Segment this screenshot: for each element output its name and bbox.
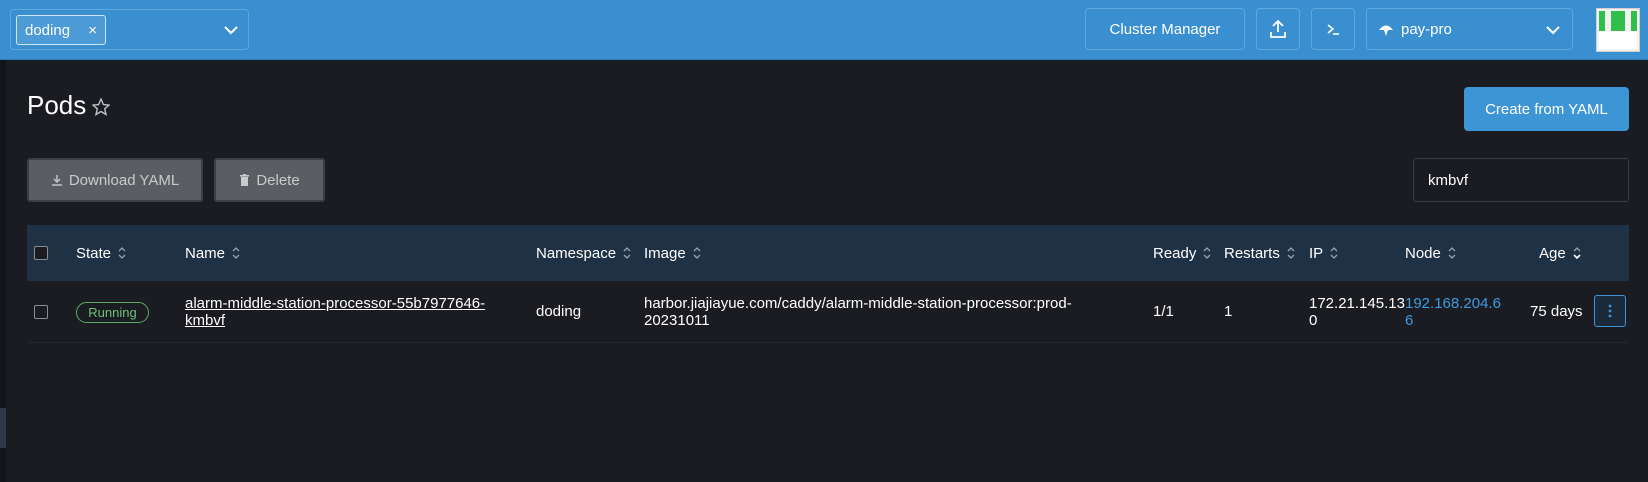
select-all-checkbox[interactable] (34, 246, 48, 260)
status-badge: Running (76, 302, 149, 323)
sort-desc-icon (1573, 247, 1581, 260)
column-header-name[interactable]: Name (185, 225, 241, 281)
node-line: 6 (1405, 312, 1414, 329)
trash-icon (240, 174, 250, 186)
node-line: 192.168.204.6 (1405, 295, 1501, 312)
ip-line: 172.21.145.13 (1309, 295, 1405, 312)
cluster-manager-label: Cluster Manager (1109, 20, 1221, 38)
column-label: IP (1309, 244, 1324, 262)
column-label: Image (644, 244, 686, 262)
chip-close-icon[interactable]: × (88, 22, 97, 39)
avatar-icon (1599, 11, 1637, 49)
namespace-cell: doding (536, 303, 582, 320)
ready-cell: 1/1 (1153, 303, 1174, 320)
chevron-down-icon (1546, 26, 1560, 35)
row-actions-button[interactable] (1594, 295, 1626, 327)
column-header-image[interactable]: Image (644, 225, 702, 281)
sort-icon (118, 247, 126, 259)
user-avatar[interactable] (1596, 8, 1640, 52)
import-yaml-button[interactable] (1256, 8, 1300, 50)
star-icon[interactable] (92, 98, 110, 116)
column-label: Restarts (1224, 244, 1280, 262)
download-icon (51, 175, 62, 186)
cluster-manager-button[interactable]: Cluster Manager (1085, 8, 1245, 50)
age-cell: 75 days (1530, 303, 1583, 320)
pod-name-line: alarm-middle-station-processor-55b797764… (185, 295, 486, 312)
column-label: State (76, 244, 112, 262)
terminal-icon (1327, 24, 1339, 35)
image-line: harbor.jiajiayue.com/caddy/alarm-middle-… (644, 295, 1072, 312)
pod-name-line: kmbvf (185, 312, 226, 329)
ip-cell: 172.21.145.13 0 (1309, 295, 1405, 329)
column-label: Ready (1153, 244, 1197, 262)
sort-icon (623, 247, 631, 259)
image-cell: harbor.jiajiayue.com/caddy/alarm-middle-… (644, 295, 1134, 329)
sort-icon (1287, 247, 1295, 259)
table-header: State Name Namespace Image Ready Restart… (27, 225, 1629, 281)
upload-icon (1270, 19, 1286, 38)
column-header-restarts[interactable]: Restarts (1224, 225, 1296, 281)
download-yaml-label: Download YAML (68, 171, 180, 189)
sort-icon (1448, 247, 1456, 259)
download-yaml-button[interactable]: Download YAML (27, 158, 203, 202)
node-link[interactable]: 192.168.204.6 6 (1405, 295, 1501, 329)
delete-label: Delete (256, 171, 300, 189)
table-row: Running alarm-middle-station-processor-5… (27, 281, 1629, 343)
column-header-state[interactable]: State (76, 225, 127, 281)
sort-icon (232, 247, 240, 259)
chevron-down-icon[interactable] (222, 21, 240, 39)
column-header-age[interactable]: Age (1539, 225, 1582, 281)
sort-icon (693, 247, 701, 259)
pod-name-link[interactable]: alarm-middle-station-processor-55b797764… (185, 295, 515, 329)
column-label: Namespace (536, 244, 617, 262)
column-header-ip[interactable]: IP (1309, 225, 1339, 281)
namespace-filter[interactable]: doding × (10, 9, 249, 50)
more-vertical-icon (1608, 304, 1612, 318)
row-checkbox[interactable] (34, 305, 48, 319)
namespace-chip-label: doding (25, 21, 71, 39)
column-label: Name (185, 244, 226, 262)
column-header-namespace[interactable]: Namespace (536, 225, 632, 281)
namespace-chip: doding × (16, 15, 106, 45)
kubectl-shell-button[interactable] (1311, 8, 1355, 50)
search-input[interactable] (1413, 158, 1629, 202)
cluster-selector[interactable]: pay-pro (1366, 8, 1573, 50)
top-header: doding × Cluster Manager pay-pro (0, 0, 1648, 60)
cluster-helm-icon (1379, 25, 1393, 36)
column-header-ready[interactable]: Ready (1153, 225, 1212, 281)
sort-icon (1203, 247, 1211, 259)
column-header-node[interactable]: Node (1405, 225, 1457, 281)
sort-icon (1330, 247, 1338, 259)
create-from-yaml-button[interactable]: Create from YAML (1464, 87, 1629, 131)
column-label: Age (1539, 244, 1566, 262)
nav-indicator (0, 408, 6, 448)
page-title: Pods (27, 90, 87, 120)
left-nav-strip (0, 60, 6, 482)
cluster-name: pay-pro (1401, 20, 1452, 38)
column-label: Node (1405, 244, 1441, 262)
delete-button[interactable]: Delete (214, 158, 325, 202)
app-root: doding × Cluster Manager pay-pro Pods Cr… (0, 0, 1648, 482)
ip-line: 0 (1309, 312, 1318, 329)
restarts-cell: 1 (1224, 303, 1233, 320)
image-line: 20231011 (644, 312, 710, 329)
